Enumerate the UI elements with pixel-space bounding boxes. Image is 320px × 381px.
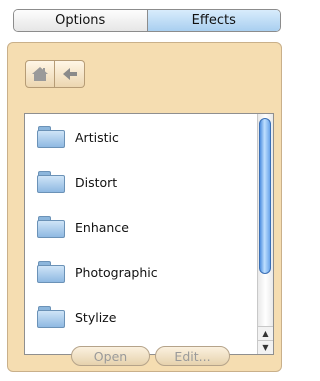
folder-icon (37, 171, 65, 193)
back-button[interactable] (55, 60, 85, 88)
folder-icon (37, 306, 65, 328)
list-item[interactable]: Stylize (25, 297, 253, 337)
folder-icon (37, 216, 65, 238)
vertical-scrollbar[interactable]: ▲ ▼ (257, 114, 273, 354)
scroll-up-arrow-icon[interactable]: ▲ (258, 326, 273, 340)
tab-effects[interactable]: Effects (146, 10, 280, 31)
left-arrow-icon (62, 68, 77, 80)
list-item-label: Photographic (75, 264, 158, 280)
tab-options[interactable]: Options (14, 10, 147, 31)
list-item[interactable]: Distort (25, 162, 253, 202)
list-item-label: Stylize (75, 309, 117, 325)
edit-button[interactable]: Edit... (155, 346, 230, 366)
home-button[interactable] (25, 60, 55, 88)
list-item[interactable]: Photographic (25, 252, 253, 292)
house-icon (32, 67, 48, 81)
scroll-down-arrow-icon[interactable]: ▼ (258, 340, 273, 354)
effects-list[interactable]: Artistic Distort Enhance Photographic St… (24, 113, 274, 355)
folder-icon (37, 261, 65, 283)
list-item-label: Enhance (75, 219, 129, 235)
scrollbar-thumb[interactable] (259, 118, 271, 274)
open-button[interactable]: Open (71, 346, 150, 366)
tab-bar: Options Effects (13, 9, 281, 32)
effects-panel: Artistic Distort Enhance Photographic St… (7, 42, 282, 372)
list-item-label: Distort (75, 174, 118, 190)
list-item-label: Artistic (75, 129, 119, 145)
folder-icon (37, 126, 65, 148)
list-item[interactable]: Enhance (25, 207, 253, 247)
list-item[interactable]: Artistic (25, 117, 253, 157)
